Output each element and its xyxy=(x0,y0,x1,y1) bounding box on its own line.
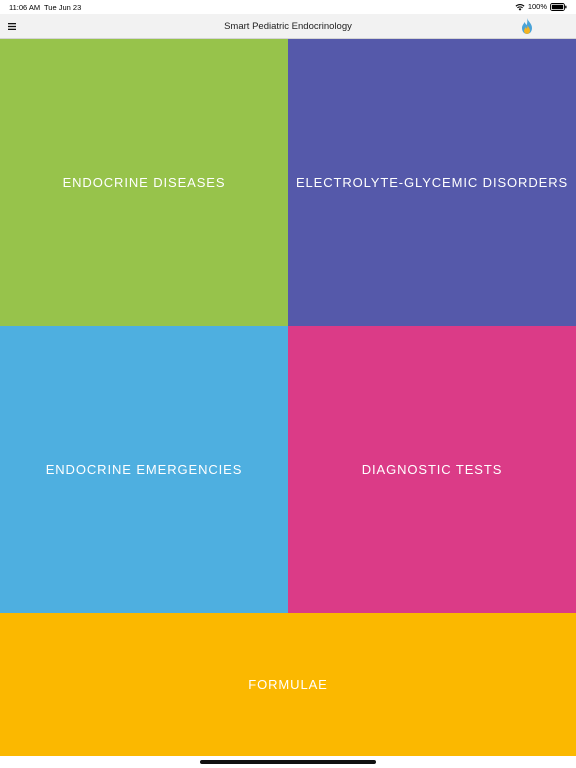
tile-label: FORMULAE xyxy=(248,677,328,692)
status-date: Tue Jun 23 xyxy=(44,3,82,12)
home-indicator[interactable] xyxy=(200,760,376,764)
tile-endocrine-diseases[interactable]: ENDOCRINE DISEASES xyxy=(0,39,288,326)
wifi-icon xyxy=(515,3,525,11)
status-time: 11:06 AM xyxy=(9,3,41,12)
tile-label: DIAGNOSTIC TESTS xyxy=(361,462,503,477)
tile-label: ENDOCRINE EMERGENCIES xyxy=(45,462,243,477)
status-right: 100% xyxy=(515,2,567,11)
battery-percentage: 100% xyxy=(527,2,547,11)
tile-formulae[interactable]: FORMULAE xyxy=(0,613,576,756)
status-bar: 11:06 AM Tue Jun 23 100% xyxy=(0,0,576,14)
tile-endocrine-emergencies[interactable]: ENDOCRINE EMERGENCIES xyxy=(0,326,288,613)
page-title: Smart Pediatric Endocrinology xyxy=(224,21,352,32)
tile-electrolyte-glycemic-disorders[interactable]: ELECTROLYTE-GLYCEMIC DISORDERS xyxy=(288,39,576,326)
tile-label: ENDOCRINE DISEASES xyxy=(62,175,226,190)
tile-label: ELECTROLYTE-GLYCEMIC DISORDERS xyxy=(295,175,569,190)
flame-logo-icon xyxy=(522,18,532,34)
tile-diagnostic-tests[interactable]: DIAGNOSTIC TESTS xyxy=(288,326,576,613)
battery-icon xyxy=(550,2,567,11)
nav-bar: Smart Pediatric Endocrinology xyxy=(0,14,576,39)
